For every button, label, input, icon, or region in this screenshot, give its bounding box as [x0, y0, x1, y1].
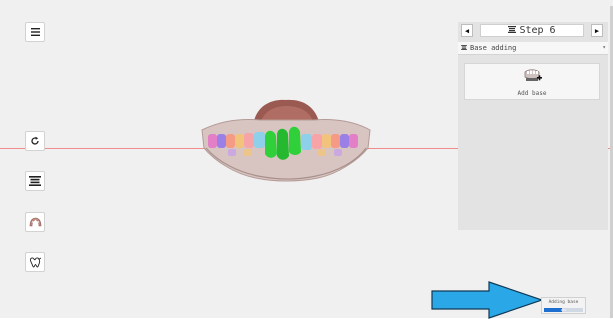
arch-view-button[interactable]	[25, 212, 45, 232]
layers-icon	[29, 176, 41, 186]
callout-arrow-icon	[431, 281, 543, 319]
reset-view-icon	[30, 136, 40, 146]
step-navigator: ◀ Step 6 ▶	[458, 22, 608, 38]
3d-viewport[interactable]: ◀ Step 6 ▶ Base adding ▾ Add base Adding…	[0, 0, 613, 319]
progress-bar: 46%	[544, 308, 583, 312]
layers-icon	[461, 44, 467, 52]
previous-step-button[interactable]: ◀	[461, 24, 473, 37]
dental-model[interactable]	[198, 96, 374, 188]
layers-icon	[508, 25, 517, 36]
step-label: Step 6	[519, 25, 556, 36]
next-step-button[interactable]: ▶	[591, 24, 603, 37]
chevron-down-icon: ▾	[602, 44, 606, 51]
step-select[interactable]: Base adding ▾	[458, 42, 608, 55]
progress-label: Adding base	[548, 300, 579, 305]
add-base-icon	[524, 68, 542, 88]
add-base-label: Add base	[517, 90, 547, 97]
step-panel: ◀ Step 6 ▶ Base adding ▾ Add base	[458, 22, 608, 230]
progress-indicator: Adding base 46%	[541, 297, 586, 314]
progress-percent: 46%	[560, 308, 567, 312]
tooth-icon	[29, 257, 42, 268]
menu-button[interactable]	[25, 22, 45, 42]
step-select-value: Base adding	[470, 44, 517, 52]
layers-button[interactable]	[25, 171, 45, 191]
arch-view-icon	[29, 217, 42, 227]
menu-icon	[30, 28, 40, 36]
caret-left-icon: ◀	[464, 26, 470, 35]
tooth-button[interactable]	[25, 252, 45, 272]
caret-right-icon: ▶	[594, 26, 600, 35]
reset-view-button[interactable]	[25, 131, 45, 151]
add-base-button[interactable]: Add base	[464, 63, 600, 100]
step-title: Step 6	[480, 24, 584, 37]
